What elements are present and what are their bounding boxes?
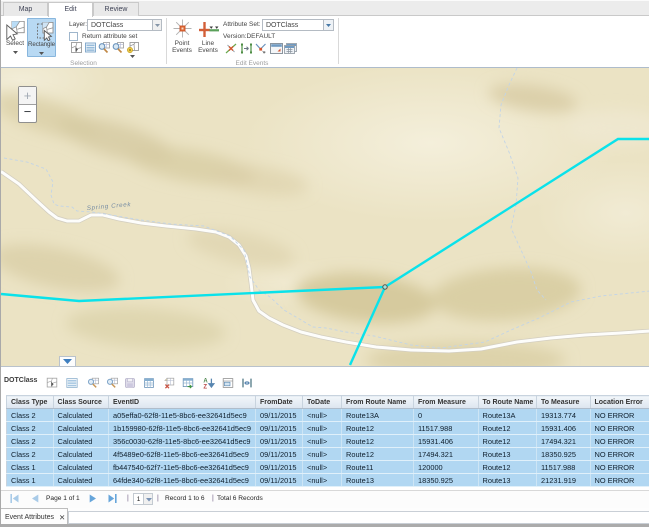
- svg-text:A: A: [203, 379, 208, 385]
- svg-text:Z: Z: [203, 385, 207, 389]
- svg-text:Spring Creek: Spring Creek: [87, 201, 132, 212]
